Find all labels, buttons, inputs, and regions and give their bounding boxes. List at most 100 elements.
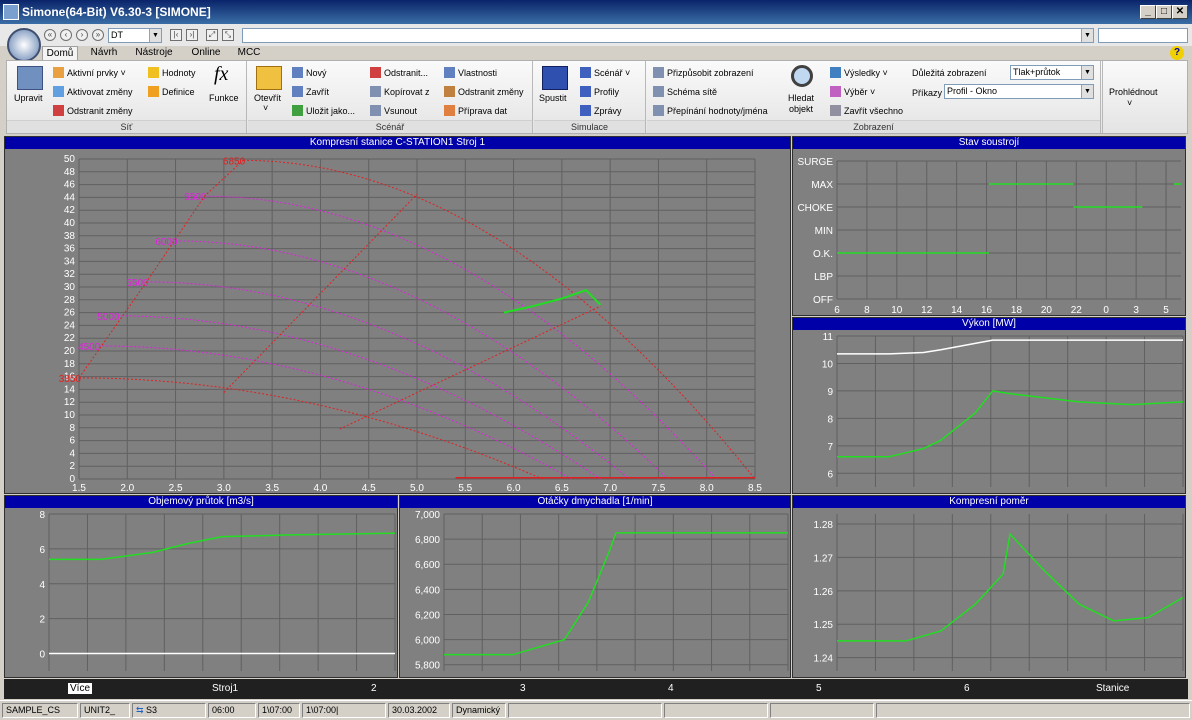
hledat-objekt-label[interactable]: objekt	[789, 104, 813, 114]
help-icon[interactable]: ?	[1170, 46, 1184, 60]
vyber-button[interactable]: Výběr ˅	[830, 86, 875, 97]
priprava-dat-button[interactable]: Příprava dat	[444, 105, 507, 116]
app-icon	[3, 4, 19, 20]
profily-label: Profily	[594, 87, 620, 97]
edit-network-icon[interactable]	[17, 66, 43, 90]
run-simulation-icon[interactable]	[542, 66, 568, 90]
otevrit-button[interactable]: Otevřít	[254, 93, 281, 103]
odstranit-label: Odstranit...	[384, 68, 429, 78]
search-icon[interactable]	[791, 65, 813, 87]
maximize-button[interactable]: □	[1156, 5, 1172, 19]
x-tick-label: 3.5	[265, 483, 279, 493]
close-scenario-icon	[292, 86, 303, 97]
aktivni-prvky-button[interactable]: Aktivní prvky ˅	[53, 67, 126, 78]
tab-3[interactable]: 3	[520, 683, 526, 694]
chevron-down-icon[interactable]: ▼	[1081, 66, 1093, 79]
object-combo[interactable]: ▼	[242, 28, 1094, 43]
spustit-button[interactable]: Spustit	[539, 93, 567, 103]
copy-icon	[370, 86, 381, 97]
hodnoty-button[interactable]: Hodnoty	[148, 67, 196, 78]
zavrit-button[interactable]: Zavřít	[292, 86, 329, 97]
chevron-down-icon[interactable]: ˅	[1127, 98, 1132, 108]
odstranit-zmeny-scenar-label: Odstranit změny	[458, 87, 524, 97]
nav-first-icon[interactable]: «	[44, 29, 56, 41]
close-button[interactable]: ✕	[1172, 5, 1188, 19]
y-tick-label: 4	[69, 448, 75, 459]
definice-button[interactable]: Definice	[148, 86, 195, 97]
tab-2[interactable]: 2	[371, 683, 377, 694]
vysledky-button[interactable]: Výsledky ˅	[830, 67, 888, 78]
group-sit-label: Síť	[7, 120, 246, 133]
vlastnosti-button[interactable]: Vlastnosti	[444, 67, 497, 78]
simone-logo[interactable]	[7, 28, 41, 62]
x-tick-label: 18	[1011, 305, 1023, 315]
zavrit-vse-button[interactable]: Zavřít všechno	[830, 105, 903, 116]
y-tick-label: 48	[64, 167, 76, 178]
chevron-down-icon[interactable]: ▼	[1081, 29, 1093, 42]
chevron-down-icon[interactable]: ˅	[263, 103, 268, 113]
dulezita-value: Tlak+průtok	[1013, 67, 1061, 77]
y-tick-label: 5,800	[415, 661, 440, 672]
tab-stanice[interactable]: Stanice	[1096, 683, 1129, 694]
tab-4[interactable]: 4	[668, 683, 674, 694]
step-back-icon[interactable]: |‹	[170, 29, 182, 41]
vsunout-button[interactable]: Vsunout	[370, 105, 417, 116]
prohlednout-button[interactable]: Prohlédnout	[1109, 87, 1158, 97]
compression-ratio-panel: Kompresní poměr 1.24 1.25 1.26 1.27 1.28	[792, 495, 1186, 678]
tab-vice[interactable]: Více	[68, 683, 93, 694]
compression-ratio-title: Kompresní poměr	[793, 496, 1185, 508]
novy-button[interactable]: Nový	[292, 67, 327, 78]
odstranit-zmeny-scenar-button[interactable]: Odstranit změny	[444, 86, 524, 97]
tab-nastroje[interactable]: Nástroje	[130, 46, 178, 60]
folder-open-icon[interactable]	[256, 66, 282, 90]
group-scenar-label: Scénář	[248, 120, 532, 133]
hledat-button[interactable]: Hledat	[788, 93, 814, 103]
prizpusobit-button[interactable]: Přizpůsobit zobrazení	[653, 67, 754, 78]
definitions-icon	[148, 86, 159, 97]
zpravy-button[interactable]: Zprávy	[580, 105, 622, 116]
chevron-down-icon[interactable]: ▼	[149, 29, 161, 42]
time-combo[interactable]: DT ▼	[108, 28, 162, 43]
prepinani-button[interactable]: Přepínání hodnoty/jména	[653, 105, 768, 116]
fx-icon[interactable]: fx	[214, 63, 228, 86]
funkce-button[interactable]: Funkce	[209, 93, 239, 103]
y-tick-label: 1.24	[814, 654, 834, 665]
scenario-icon: ⇆	[136, 705, 147, 715]
series-line	[49, 532, 396, 561]
minimize-button[interactable]: _	[1140, 5, 1156, 19]
remove-changes-icon	[53, 105, 64, 116]
tab-mcc[interactable]: MCC	[234, 46, 264, 60]
y-tick-label: 7	[827, 442, 833, 453]
y-tick-label: 26	[64, 308, 76, 319]
aktivovat-zmeny-button[interactable]: Aktivovat změny	[53, 86, 133, 97]
odstranit-zmeny-button[interactable]: Odstranit změny	[53, 105, 133, 116]
series-line	[444, 532, 788, 656]
dulezita-combo[interactable]: Tlak+průtok ▼	[1010, 65, 1094, 80]
upravit-button[interactable]: Upravit	[14, 93, 43, 103]
nav-last-icon[interactable]: »	[92, 29, 104, 41]
extra-combo[interactable]	[1098, 28, 1188, 43]
schema-site-button[interactable]: Schéma sítě	[653, 86, 717, 97]
prikazy-combo[interactable]: Profil - Okno ▼	[944, 84, 1094, 99]
tab-6[interactable]: 6	[964, 683, 970, 694]
chevron-down-icon[interactable]: ▼	[1081, 85, 1093, 98]
profily-button[interactable]: Profily	[580, 86, 619, 97]
scenar-sim-button[interactable]: Scénář ˅	[580, 67, 630, 78]
tab-5[interactable]: 5	[816, 683, 822, 694]
ulozit-jako-button[interactable]: Uložit jako...	[292, 105, 355, 116]
tab-domu[interactable]: Domů	[42, 46, 78, 60]
tab-stroj1[interactable]: Stroj1	[212, 683, 238, 694]
odstranit-button[interactable]: Odstranit...	[370, 67, 428, 78]
ulozit-label: Uložit jako...	[306, 106, 356, 116]
zoom-fit-icon[interactable]: ⤢	[206, 29, 218, 41]
step-forward-icon[interactable]: ›|	[186, 29, 198, 41]
speed-label: 6000	[155, 237, 178, 248]
tab-navrh[interactable]: Návrh	[86, 46, 122, 60]
nav-forward-icon[interactable]: ›	[76, 29, 88, 41]
nav-back-icon[interactable]: ‹	[60, 29, 72, 41]
kopirovat-z-button[interactable]: Kopírovat z	[370, 86, 430, 97]
selection-icon	[830, 86, 841, 97]
tab-online[interactable]: Online	[186, 46, 226, 60]
y-tick-label: 6,600	[415, 560, 440, 571]
zoom-out-icon[interactable]: ⤡	[222, 29, 234, 41]
